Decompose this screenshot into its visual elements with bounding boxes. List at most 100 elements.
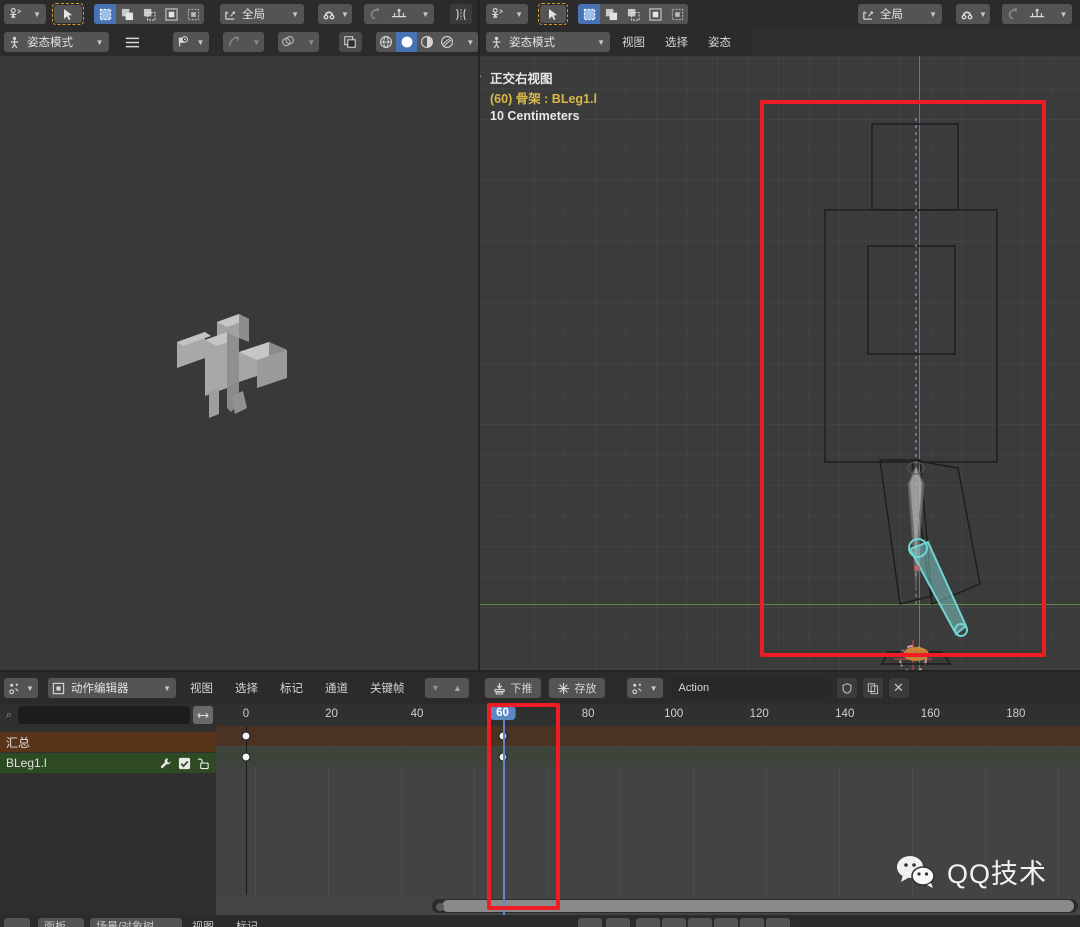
- editor-type-dropdown[interactable]: ▼: [4, 678, 38, 698]
- push-down-button[interactable]: 下推: [484, 678, 541, 698]
- stash-button[interactable]: 存放: [548, 678, 605, 698]
- hamburger-menu-icon[interactable]: [121, 32, 144, 52]
- chevron-down-icon[interactable]: ▼: [1050, 4, 1072, 24]
- checkbox-checked-icon[interactable]: [178, 757, 191, 770]
- unlink-x-icon[interactable]: ✕: [888, 678, 909, 698]
- unlocked-padlock-icon[interactable]: [197, 757, 210, 770]
- bottom-item-1[interactable]: 场景/对象树: [90, 918, 182, 927]
- object-visibility-dropdown[interactable]: ▼: [173, 32, 210, 52]
- horizontal-scrollbar[interactable]: [432, 899, 1078, 913]
- menu-select[interactable]: 选择: [227, 680, 266, 696]
- bottom-btn-b[interactable]: [606, 918, 630, 927]
- select-invert-icon[interactable]: [160, 4, 182, 24]
- transform-orientation-dropdown-right[interactable]: 全局 ▼: [858, 4, 942, 24]
- channel-search-input[interactable]: [18, 706, 190, 724]
- keyframe-row-summary[interactable]: [216, 726, 1080, 746]
- channel-row-summary[interactable]: 汇总: [0, 732, 216, 752]
- expand-arrows-icon[interactable]: [193, 706, 213, 724]
- select-invert-icon[interactable]: [644, 4, 666, 24]
- keyframe-row-bone[interactable]: [216, 747, 1080, 767]
- wrench-modifier-icon[interactable]: [159, 757, 172, 770]
- chevron-down-icon[interactable]: ▼: [457, 32, 478, 52]
- playhead[interactable]: [502, 704, 505, 915]
- proportional-edit-group-right[interactable]: ▼: [1002, 4, 1072, 24]
- bottom-item-0[interactable]: 面板: [38, 918, 84, 927]
- overlays-group[interactable]: ▼: [278, 32, 320, 52]
- bottom-menu-0[interactable]: 视图: [192, 918, 214, 927]
- triangle-down-icon[interactable]: ▼: [424, 678, 447, 698]
- snap-dropdown[interactable]: ▼: [318, 4, 352, 24]
- scrollbar-handle-left[interactable]: [436, 903, 444, 911]
- channel-row-bleg1l[interactable]: BLeg1.l: [0, 753, 216, 773]
- menu-view[interactable]: 视图: [614, 34, 653, 50]
- timeline-ruler[interactable]: 0 20 40 60 80 100 120 140 160 180: [216, 704, 1080, 726]
- chevron-down-icon[interactable]: ▼: [243, 32, 265, 52]
- bottom-btn-a[interactable]: [578, 918, 602, 927]
- armature-pose-mode-dropdown[interactable]: ▼: [4, 4, 46, 24]
- chevron-down-icon[interactable]: ▼: [412, 4, 434, 24]
- editor-mode-label: 动作编辑器: [71, 683, 129, 695]
- action-browse-dropdown[interactable]: ▼: [626, 678, 663, 698]
- shading-solid-icon[interactable]: [396, 32, 417, 52]
- action-name-field[interactable]: Action: [670, 678, 831, 698]
- proportional-edit-icon[interactable]: [364, 4, 386, 24]
- duplicate-copy-icon[interactable]: [862, 678, 883, 698]
- playback-play-reverse-icon[interactable]: [688, 918, 712, 927]
- select-intersect-icon[interactable]: [666, 4, 688, 24]
- editor-type-icon[interactable]: [4, 918, 30, 927]
- mode-selector-dropdown[interactable]: 姿态模式 ▼: [4, 32, 109, 52]
- playback-next-keyframe-icon[interactable]: [740, 918, 764, 927]
- select-mode-group-right[interactable]: [578, 4, 688, 24]
- overlays-icon[interactable]: [278, 32, 299, 52]
- select-intersect-icon[interactable]: [182, 4, 204, 24]
- playback-jump-start-icon[interactable]: [636, 918, 660, 927]
- transform-orientation-dropdown[interactable]: 全局 ▼: [220, 4, 304, 24]
- scrollbar-thumb[interactable]: [442, 900, 1074, 912]
- current-frame-label[interactable]: 60: [489, 706, 516, 720]
- keyframe-marker[interactable]: [241, 731, 251, 741]
- playback-jump-end-icon[interactable]: [766, 918, 790, 927]
- action-nav-group[interactable]: ▼ ▲: [424, 678, 469, 698]
- playback-play-icon[interactable]: [714, 918, 738, 927]
- proportional-falloff-icon[interactable]: [1024, 4, 1050, 24]
- editor-mode-dropdown[interactable]: 动作编辑器 ▼: [48, 678, 176, 698]
- select-extend-icon[interactable]: [600, 4, 622, 24]
- keyframe-marker[interactable]: [241, 752, 251, 762]
- proportional-falloff-icon[interactable]: [386, 4, 412, 24]
- menu-channel[interactable]: 通道: [317, 680, 356, 696]
- gizmo-group[interactable]: ▼: [223, 32, 265, 52]
- menu-marker[interactable]: 标记: [272, 680, 311, 696]
- active-tool-select-box-right[interactable]: [538, 3, 568, 25]
- shading-rendered-icon[interactable]: [437, 32, 458, 52]
- proportional-edit-group[interactable]: ▼: [364, 4, 434, 24]
- bottom-menu-1[interactable]: 标记: [236, 918, 258, 927]
- select-set-icon[interactable]: [94, 4, 116, 24]
- select-extend-icon[interactable]: [116, 4, 138, 24]
- menu-view[interactable]: 视图: [182, 680, 221, 696]
- gizmo-icon[interactable]: [223, 32, 244, 52]
- shading-material-icon[interactable]: [416, 32, 438, 52]
- select-set-icon[interactable]: [578, 4, 600, 24]
- select-subtract-icon[interactable]: [138, 4, 160, 24]
- toggle-xray-icon[interactable]: [339, 32, 362, 52]
- armature-pose-mode-dropdown-right[interactable]: ▼: [486, 4, 528, 24]
- menu-pose[interactable]: 姿态: [700, 34, 739, 50]
- x-mirror-icon[interactable]: [450, 4, 472, 24]
- playback-prev-keyframe-icon[interactable]: [662, 918, 686, 927]
- snap-dropdown-right[interactable]: ▼: [956, 4, 990, 24]
- select-mode-group[interactable]: [94, 4, 204, 24]
- viewport-divider[interactable]: [478, 0, 480, 672]
- right-3d-viewport[interactable]: ‹› 正交右视图 (60) 骨架 : BLeg1.l 10 Centimeter…: [480, 56, 1080, 672]
- menu-select[interactable]: 选择: [657, 34, 696, 50]
- select-subtract-icon[interactable]: [622, 4, 644, 24]
- active-tool-select-box[interactable]: [52, 3, 84, 25]
- shield-fake-user-icon[interactable]: [836, 678, 857, 698]
- mode-selector-dropdown-right[interactable]: 姿态模式 ▼: [486, 32, 610, 52]
- shading-wireframe-icon[interactable]: [375, 32, 397, 52]
- triangle-up-icon[interactable]: ▲: [446, 678, 469, 698]
- chevron-down-icon[interactable]: ▼: [298, 32, 320, 52]
- proportional-edit-icon[interactable]: [1002, 4, 1024, 24]
- left-3d-viewport[interactable]: [0, 56, 478, 672]
- shading-mode-group[interactable]: ▼: [375, 32, 478, 52]
- menu-key[interactable]: 关键帧: [362, 680, 413, 696]
